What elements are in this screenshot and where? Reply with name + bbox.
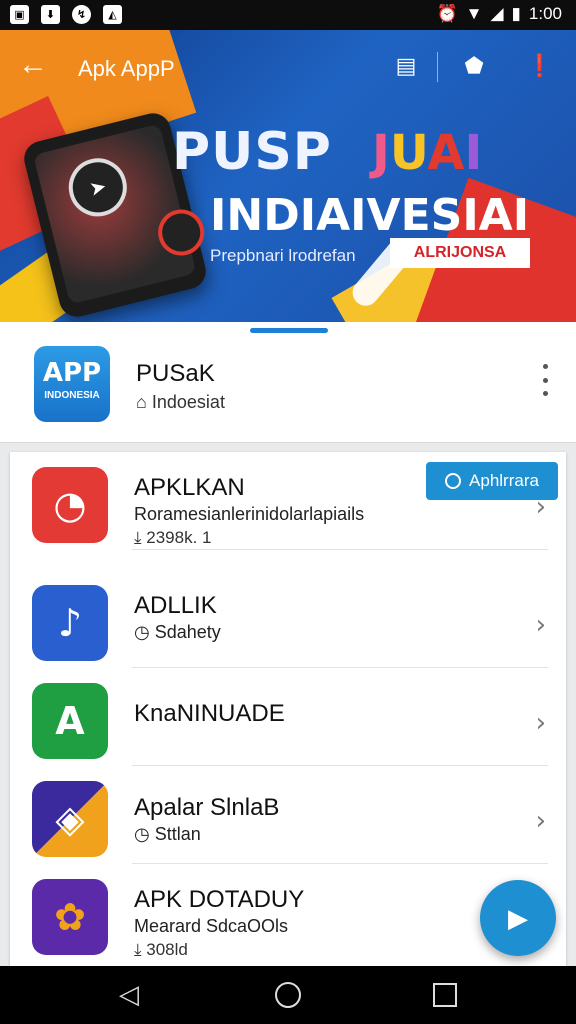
chevron-right-icon: ›	[535, 610, 546, 640]
play-icon: ▶	[508, 902, 528, 933]
item-name: APK DOTADUY	[134, 886, 305, 913]
item-name: ADLLIK	[134, 592, 217, 619]
header-subtitle-text: Indoesiat	[151, 392, 225, 412]
item-meta-text: Sttlan	[154, 824, 201, 844]
banner-subtitle: INDIAIVESIAI	[210, 190, 530, 241]
banner-tagline: Prepbnari lrodrefan	[210, 246, 356, 265]
clock-icon: ◷	[134, 622, 150, 642]
recents-square	[433, 983, 457, 1007]
list-item[interactable]: ♪ ADLLIK ◷ Sdahety ›	[10, 570, 566, 668]
play-fab-button[interactable]: ▶	[480, 880, 556, 956]
banner-letter: A	[427, 125, 465, 181]
battery-icon: ▮	[511, 4, 521, 23]
back-icon[interactable]: ◁	[114, 980, 144, 1010]
banner-title: PUSP	[172, 122, 332, 182]
app-bar: ← Apk AppP ▤ ⬟ ❗	[0, 30, 576, 104]
back-arrow-icon[interactable]: ←	[18, 50, 48, 80]
tag-icon: ⌂	[136, 392, 147, 412]
download-count-icon: ⤓	[134, 528, 142, 547]
app-icon-gear: ✿	[32, 879, 108, 955]
item-name: Apalar SlnlaB	[134, 794, 280, 821]
messenger-icon: ↯	[72, 5, 91, 24]
item-description: Mearard SdcaOOls	[134, 916, 289, 936]
signal-icon: ◢	[490, 4, 504, 23]
app-header-card: APP INDONESIA PUSaK ⌂ Indoesiat	[0, 322, 576, 443]
wifi-icon: ▼	[465, 4, 483, 23]
alarm-icon: ⏰	[436, 4, 458, 23]
status-time: 1:00	[528, 4, 562, 23]
chevron-right-icon: ›	[535, 708, 546, 738]
logo-subtext: INDONESIA	[44, 390, 100, 401]
home-icon[interactable]	[273, 980, 303, 1010]
toolbar-divider	[437, 52, 438, 82]
home-circle	[275, 982, 301, 1008]
app-icon-a: A	[32, 683, 108, 759]
navigation-bar: ◁	[0, 966, 576, 1024]
app-icon-alarm: ◔	[32, 467, 108, 543]
list-item[interactable]: A KnaNINUADE ›	[10, 668, 566, 766]
list-item[interactable]: ◈ Apalar SlnlaB ◷ Sttlan ›	[10, 766, 566, 864]
item-meta-text: Sdahety	[154, 622, 221, 642]
more-vert-icon[interactable]	[540, 364, 550, 396]
sim-card-icon[interactable]: ▤	[392, 52, 420, 80]
list-item[interactable]: ◔ APKLKAN Roramesianlerinidolarlapiails …	[10, 452, 566, 550]
item-description: Roramesianlerinidolarlapiails	[134, 504, 365, 524]
app-title: Apk AppP	[78, 56, 175, 81]
banner-letter: J	[372, 125, 390, 181]
chevron-right-icon: ›	[535, 492, 546, 522]
header-title: PUSaK	[136, 360, 215, 387]
item-meta-text: 2398k. 1	[146, 528, 212, 547]
app-logo: APP INDONESIA	[34, 346, 110, 422]
download-count-icon: ⤓	[134, 940, 142, 959]
item-meta: ◷ Sttlan	[134, 824, 201, 845]
item-meta: ⤓ 308ld	[134, 940, 188, 960]
item-meta: ◷ Sdahety	[134, 622, 221, 643]
item-name: APKLKAN	[134, 474, 245, 501]
recents-icon[interactable]	[430, 980, 460, 1010]
status-bar: ▣ ⬇ ↯ ◭ ⏰ ▼ ◢ ▮ 1:00	[0, 0, 576, 30]
banner-letter: I	[464, 125, 483, 181]
chevron-right-icon: ›	[535, 806, 546, 836]
app-icon-music: ♪	[32, 585, 108, 661]
app-list: Aphlrrara ◔ APKLKAN Roramesianlerinidola…	[10, 452, 566, 966]
download-icon: ⬇	[41, 5, 60, 24]
clock-icon: ◷	[134, 824, 150, 844]
shield-icon[interactable]: ⬟	[460, 52, 488, 80]
item-name: KnaNINUADE	[134, 700, 285, 727]
banner-letter: U	[389, 125, 428, 181]
row-divider	[132, 549, 548, 550]
item-meta-text: 308ld	[146, 940, 188, 959]
drag-handle[interactable]	[250, 328, 328, 333]
banner-title-colored: JUAI	[372, 125, 482, 181]
banner-badge: ALRIJONSA	[390, 238, 530, 268]
header-subtitle: ⌂ Indoesiat	[136, 392, 225, 413]
alert-icon[interactable]: ❗	[526, 52, 554, 80]
item-meta: ⤓ 2398k. 1	[134, 528, 211, 548]
app-icon-shape: ◈	[32, 781, 108, 857]
gallery-icon: ▣	[10, 5, 29, 24]
logo-text: APP	[42, 358, 102, 388]
photo-icon: ◭	[103, 5, 122, 24]
